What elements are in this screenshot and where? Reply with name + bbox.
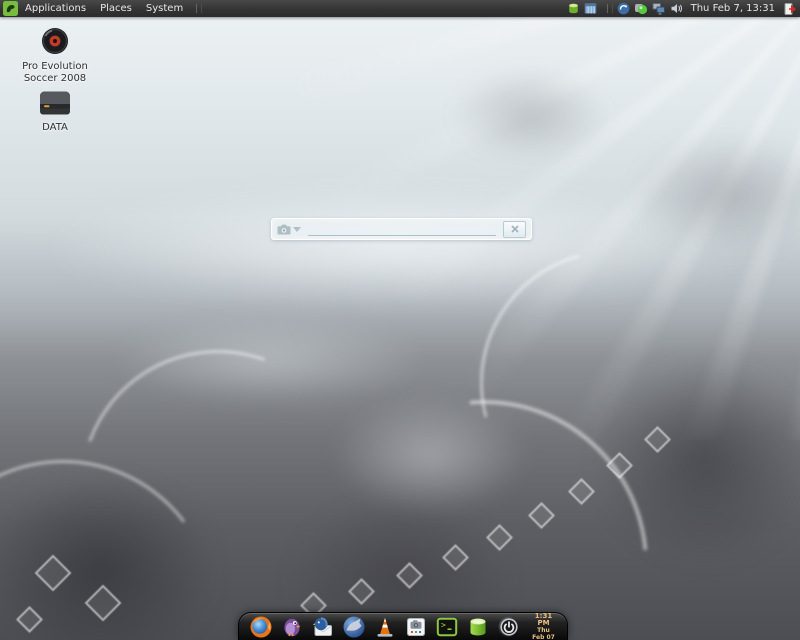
dock-clock-time: 1:31 PM [530, 613, 557, 627]
tray-grip [607, 4, 613, 13]
dock-item-thunderbird[interactable] [311, 615, 335, 639]
menu-system[interactable]: System [139, 2, 190, 15]
game-disc-icon [40, 26, 70, 60]
desktop-screen: Applications Places System [0, 0, 800, 640]
dock-item-firefox[interactable] [249, 615, 273, 639]
dock: > 1:31 PM Thu Feb 07 [238, 612, 568, 640]
desktop-icon-label: Pro Evolution Soccer 2008 [5, 61, 105, 85]
status-orb-icon[interactable] [634, 2, 648, 15]
panel-clock[interactable]: Thu Feb 7, 13:31 [691, 3, 775, 14]
workspace-window-icon[interactable] [584, 2, 597, 15]
hard-drive-icon [38, 90, 72, 121]
battery-icon [466, 615, 490, 639]
update-icon[interactable] [617, 2, 630, 15]
amarok-icon [342, 615, 366, 639]
dock-clock-date: Feb 07 [532, 634, 555, 640]
top-panel: Applications Places System [0, 0, 800, 17]
desktop-icon-pro-evolution-soccer[interactable]: Pro Evolution Soccer 2008 [5, 26, 105, 85]
camera-icon [277, 224, 291, 235]
firefox-icon [249, 615, 273, 639]
desktop-icon-label: DATA [5, 122, 105, 134]
pidgin-icon [280, 615, 304, 639]
camera-dropdown[interactable] [277, 224, 301, 235]
logout-icon[interactable] [783, 2, 797, 16]
network-icon[interactable] [652, 2, 666, 15]
desktop-icon-data-drive[interactable]: DATA [5, 90, 105, 134]
dock-item-pidgin[interactable] [280, 615, 304, 639]
dock-item-power[interactable] [497, 615, 521, 639]
x-icon [510, 224, 520, 234]
menu-places[interactable]: Places [93, 2, 139, 15]
menu-grip [196, 4, 202, 13]
search-input[interactable] [308, 222, 496, 236]
dock-item-terminal[interactable]: > [435, 615, 459, 639]
terminal-icon: > [435, 615, 459, 639]
storage-icon[interactable] [567, 2, 580, 15]
dock-clock-day: Thu [537, 627, 550, 634]
distro-logo-icon[interactable] [3, 1, 18, 16]
search-action-button[interactable] [503, 221, 526, 238]
screenshot-icon [404, 615, 428, 639]
menu-applications[interactable]: Applications [18, 2, 93, 15]
dock-item-battery[interactable] [466, 615, 490, 639]
dock-clock[interactable]: 1:31 PM Thu Feb 07 [530, 613, 557, 640]
dock-item-screenshot[interactable] [404, 615, 428, 639]
volume-icon[interactable] [670, 2, 683, 15]
search-bar [271, 218, 532, 240]
thunderbird-icon [311, 615, 335, 639]
wallpaper [0, 0, 800, 640]
terminal-prompt-glyph: > [441, 620, 446, 629]
dock-item-amarok[interactable] [342, 615, 366, 639]
chevron-down-icon [293, 227, 301, 232]
vlc-icon [373, 615, 397, 639]
power-icon [497, 615, 521, 639]
dock-item-vlc[interactable] [373, 615, 397, 639]
